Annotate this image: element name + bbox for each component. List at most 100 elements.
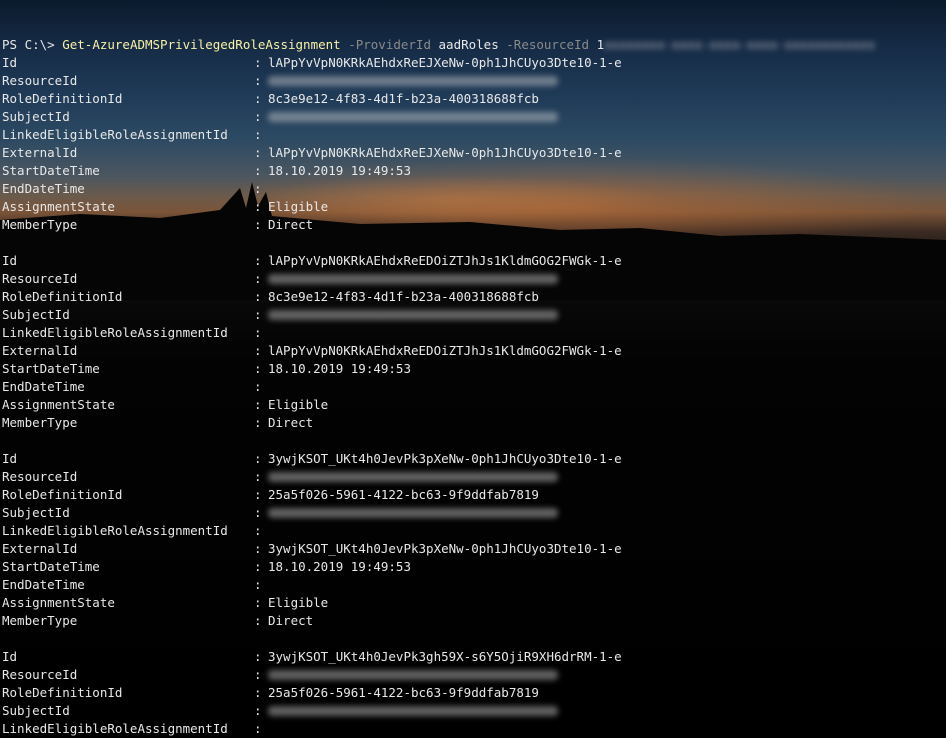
redacted-value: [268, 274, 558, 284]
field-key: ResourceId: [2, 271, 78, 286]
field-key: EndDateTime: [2, 577, 85, 592]
field-value: 3ywjKSOT_UKt4h0JevPk3pXeNw-0ph1JhCUyo3Dt…: [268, 451, 622, 466]
field-key: ResourceId: [2, 469, 78, 484]
field-key: Id: [2, 649, 18, 664]
output-field-row: LinkedEligibleRoleAssignmentId:: [2, 324, 942, 342]
field-separator: :: [254, 595, 262, 610]
field-value: Direct: [268, 613, 314, 628]
field-value: 18.10.2019 19:49:53: [268, 361, 411, 376]
output-field-row: AssignmentState: Eligible: [2, 594, 942, 612]
field-separator: :: [254, 325, 262, 340]
field-value: Direct: [268, 415, 314, 430]
output-field-row: ResourceId:: [2, 666, 942, 684]
output-field-row: LinkedEligibleRoleAssignmentId:: [2, 126, 942, 144]
field-separator: :: [254, 703, 262, 718]
output-field-row: LinkedEligibleRoleAssignmentId:: [2, 720, 942, 738]
redacted-value: [268, 508, 558, 518]
field-value: Eligible: [268, 199, 329, 214]
provider-value: aadRoles: [438, 37, 499, 52]
field-separator: :: [254, 559, 262, 574]
redacted-value: [268, 112, 558, 122]
resource-value: 1: [596, 37, 605, 52]
field-separator: :: [254, 163, 262, 178]
field-key: LinkedEligibleRoleAssignmentId: [2, 523, 228, 538]
field-separator: :: [254, 253, 262, 268]
output-field-row: MemberType: Direct: [2, 612, 942, 630]
field-key: SubjectId: [2, 307, 70, 322]
output-field-row: ExternalId:3ywjKSOT_UKt4h0JevPk3pXeNw-0p…: [2, 540, 942, 558]
output-field-row: RoleDefinitionId:8c3e9e12-4f83-4d1f-b23a…: [2, 90, 942, 108]
field-value: 3ywjKSOT_UKt4h0JevPk3pXeNw-0ph1JhCUyo3Dt…: [268, 541, 622, 556]
output-field-row: EndDateTime:: [2, 378, 942, 396]
output-field-row: MemberType: Direct: [2, 414, 942, 432]
field-key: MemberType: [2, 415, 78, 430]
field-key: ExternalId: [2, 541, 78, 556]
redacted-value: [268, 670, 558, 680]
field-separator: :: [254, 307, 262, 322]
output-field-row: Id: lAPpYvVpN0KRkAEhdxReEJXeNw-0ph1JhCUyo…: [2, 54, 942, 72]
field-key: EndDateTime: [2, 181, 85, 196]
field-key: AssignmentState: [2, 397, 115, 412]
output-field-row: SubjectId:: [2, 702, 942, 720]
output-field-row: Id:3ywjKSOT_UKt4h0JevPk3gh59X-s6Y5OjiR9X…: [2, 648, 942, 666]
redacted-value: [268, 706, 558, 716]
field-value: 25a5f026-5961-4122-bc63-9f9ddfab7819: [268, 685, 539, 700]
field-key: ResourceId: [2, 73, 78, 88]
field-value: lAPpYvVpN0KRkAEhdxReEJXeNw-0ph1JhCUyo3Dt…: [268, 145, 622, 160]
field-separator: :: [254, 577, 262, 592]
field-separator: :: [254, 289, 262, 304]
output-field-row: SubjectId:: [2, 108, 942, 126]
field-key: StartDateTime: [2, 559, 100, 574]
field-key: SubjectId: [2, 109, 70, 124]
output-field-row: RoleDefinitionId:25a5f026-5961-4122-bc63…: [2, 486, 942, 504]
output-field-row: StartDateTime:18.10.2019 19:49:53: [2, 162, 942, 180]
field-key: AssignmentState: [2, 199, 115, 214]
field-value: 18.10.2019 19:49:53: [268, 163, 411, 178]
redacted-value: [268, 76, 558, 86]
field-separator: :: [254, 721, 262, 736]
output-field-row: LinkedEligibleRoleAssignmentId:: [2, 522, 942, 540]
field-separator: :: [254, 541, 262, 556]
field-value: lAPpYvVpN0KRkAEhdxReEJXeNw-0ph1JhCUyo3Dt…: [268, 55, 622, 70]
output-field-row: AssignmentState: Eligible: [2, 396, 942, 414]
field-key: LinkedEligibleRoleAssignmentId: [2, 721, 228, 736]
output-field-row: EndDateTime:: [2, 180, 942, 198]
cmdlet-name: Get-AzureADMSPrivilegedRoleAssignment: [62, 37, 341, 52]
field-separator: :: [254, 451, 262, 466]
output-field-row: ExternalId: lAPpYvVpN0KRkAEhdxReEJXeNw-0p…: [2, 144, 942, 162]
output-field-row: SubjectId:: [2, 504, 942, 522]
output-field-row: ResourceId:: [2, 270, 942, 288]
field-key: Id: [2, 451, 18, 466]
field-separator: :: [254, 523, 262, 538]
field-key: SubjectId: [2, 703, 70, 718]
powershell-console[interactable]: PS C:\> Get-AzureADMSPrivilegedRoleAssig…: [0, 0, 946, 736]
output-field-row: EndDateTime:: [2, 576, 942, 594]
output-field-row: ExternalId: lAPpYvVpN0KRkAEhdxReEDOiZTJhJ…: [2, 342, 942, 360]
field-key: RoleDefinitionId: [2, 685, 123, 700]
output-field-row: SubjectId:: [2, 306, 942, 324]
field-separator: :: [254, 109, 262, 124]
field-value: 18.10.2019 19:49:53: [268, 559, 411, 574]
field-key: StartDateTime: [2, 163, 100, 178]
field-key: ExternalId: [2, 343, 78, 358]
field-separator: :: [254, 73, 262, 88]
field-separator: :: [254, 667, 262, 682]
field-separator: :: [254, 415, 262, 430]
field-key: RoleDefinitionId: [2, 487, 123, 502]
field-separator: :: [254, 469, 262, 484]
field-key: MemberType: [2, 613, 78, 628]
field-separator: :: [254, 379, 262, 394]
output-field-row: Id:3ywjKSOT_UKt4h0JevPk3pXeNw-0ph1JhCUyo…: [2, 450, 942, 468]
output-field-row: Id: lAPpYvVpN0KRkAEhdxReEDOiZTJhJs1KldmGO…: [2, 252, 942, 270]
provider-param: -ProviderId: [348, 37, 431, 52]
resource-param: -ResourceId: [506, 37, 590, 52]
field-separator: :: [254, 397, 262, 412]
redacted-value: [268, 310, 558, 320]
field-separator: :: [254, 505, 262, 520]
field-separator: :: [254, 343, 262, 358]
field-key: StartDateTime: [2, 361, 100, 376]
redacted-value: [268, 472, 558, 482]
field-value: Eligible: [268, 397, 329, 412]
field-separator: :: [254, 613, 262, 628]
field-value: 3ywjKSOT_UKt4h0JevPk3gh59X-s6Y5OjiR9XH6d…: [268, 649, 622, 664]
